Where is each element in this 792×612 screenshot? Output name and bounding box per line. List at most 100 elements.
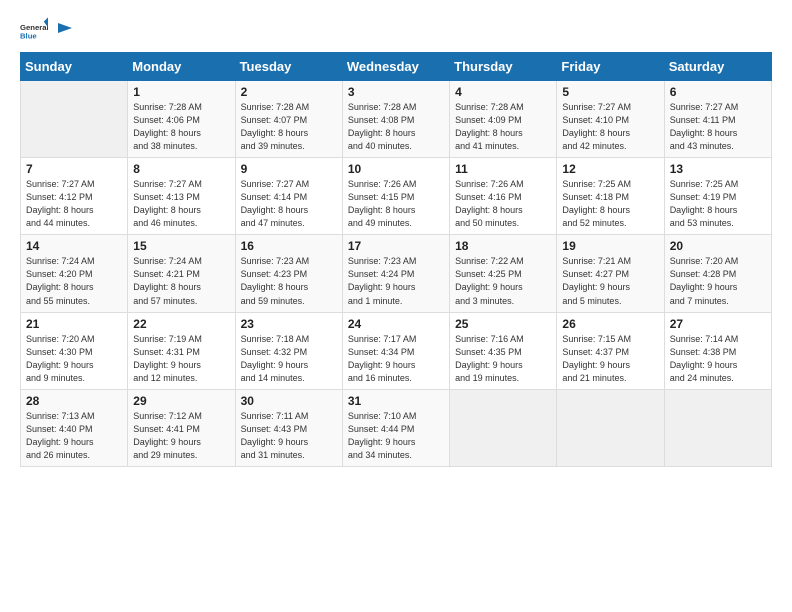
calendar-cell: 12Sunrise: 7:25 AM Sunset: 4:18 PM Dayli… <box>557 158 664 235</box>
day-number: 26 <box>562 317 658 331</box>
calendar-cell <box>557 389 664 466</box>
weekday-friday: Friday <box>557 53 664 81</box>
calendar-week-3: 14Sunrise: 7:24 AM Sunset: 4:20 PM Dayli… <box>21 235 772 312</box>
day-info: Sunrise: 7:23 AM Sunset: 4:24 PM Dayligh… <box>348 255 444 307</box>
day-number: 30 <box>241 394 337 408</box>
calendar-cell: 4Sunrise: 7:28 AM Sunset: 4:09 PM Daylig… <box>450 81 557 158</box>
calendar-cell <box>450 389 557 466</box>
day-info: Sunrise: 7:19 AM Sunset: 4:31 PM Dayligh… <box>133 333 229 385</box>
svg-text:General: General <box>20 23 48 32</box>
calendar-week-5: 28Sunrise: 7:13 AM Sunset: 4:40 PM Dayli… <box>21 389 772 466</box>
weekday-monday: Monday <box>128 53 235 81</box>
day-number: 21 <box>26 317 122 331</box>
day-number: 22 <box>133 317 229 331</box>
day-number: 29 <box>133 394 229 408</box>
day-info: Sunrise: 7:10 AM Sunset: 4:44 PM Dayligh… <box>348 410 444 462</box>
calendar-cell: 22 Sunrise: 7:19 AM Sunset: 4:31 PM Dayli… <box>128 312 235 389</box>
day-info: Sunrise: 7:15 AM Sunset: 4:37 PM Dayligh… <box>562 333 658 385</box>
day-number: 15 <box>133 239 229 253</box>
weekday-sunday: Sunday <box>21 53 128 81</box>
weekday-saturday: Saturday <box>664 53 771 81</box>
calendar-cell: 17 Sunrise: 7:23 AM Sunset: 4:24 PM Dayli… <box>342 235 449 312</box>
day-number: 3 <box>348 85 444 99</box>
day-info: Sunrise: 7:28 AM Sunset: 4:09 PM Dayligh… <box>455 101 551 153</box>
calendar-cell: 13 Sunrise: 7:25 AM Sunset: 4:19 PM Dayli… <box>664 158 771 235</box>
day-number: 20 <box>670 239 766 253</box>
calendar-body: 1 Sunrise: 7:28 AM Sunset: 4:06 PM Daylig… <box>21 81 772 467</box>
weekday-tuesday: Tuesday <box>235 53 342 81</box>
weekday-wednesday: Wednesday <box>342 53 449 81</box>
day-number: 9 <box>241 162 337 176</box>
logo: General Blue <box>20 16 72 44</box>
day-number: 14 <box>26 239 122 253</box>
day-number: 7 <box>26 162 122 176</box>
calendar-cell: 31 Sunrise: 7:10 AM Sunset: 4:44 PM Dayli… <box>342 389 449 466</box>
calendar-cell: 20 Sunrise: 7:20 AM Sunset: 4:28 PM Dayli… <box>664 235 771 312</box>
calendar-cell: 7 Sunrise: 7:27 AM Sunset: 4:12 PM Daylig… <box>21 158 128 235</box>
calendar-cell: 29 Sunrise: 7:12 AM Sunset: 4:41 PM Dayli… <box>128 389 235 466</box>
calendar-week-1: 1 Sunrise: 7:28 AM Sunset: 4:06 PM Daylig… <box>21 81 772 158</box>
day-info: Sunrise: 7:21 AM Sunset: 4:27 PM Dayligh… <box>562 255 658 307</box>
calendar-cell: 24Sunrise: 7:17 AM Sunset: 4:34 PM Dayli… <box>342 312 449 389</box>
day-info: Sunrise: 7:28 AM Sunset: 4:06 PM Dayligh… <box>133 101 229 153</box>
day-info: Sunrise: 7:14 AM Sunset: 4:38 PM Dayligh… <box>670 333 766 385</box>
calendar-cell: 2 Sunrise: 7:28 AM Sunset: 4:07 PM Daylig… <box>235 81 342 158</box>
day-info: Sunrise: 7:28 AM Sunset: 4:07 PM Dayligh… <box>241 101 337 153</box>
calendar-cell: 26 Sunrise: 7:15 AM Sunset: 4:37 PM Dayli… <box>557 312 664 389</box>
day-number: 28 <box>26 394 122 408</box>
calendar-cell: 11 Sunrise: 7:26 AM Sunset: 4:16 PM Dayli… <box>450 158 557 235</box>
day-info: Sunrise: 7:25 AM Sunset: 4:19 PM Dayligh… <box>670 178 766 230</box>
logo-flag-icon <box>54 21 72 39</box>
day-number: 24 <box>348 317 444 331</box>
calendar-cell: 6 Sunrise: 7:27 AM Sunset: 4:11 PM Daylig… <box>664 81 771 158</box>
day-number: 17 <box>348 239 444 253</box>
day-number: 2 <box>241 85 337 99</box>
calendar-cell: 19Sunrise: 7:21 AM Sunset: 4:27 PM Dayli… <box>557 235 664 312</box>
svg-text:Blue: Blue <box>20 31 37 40</box>
day-number: 12 <box>562 162 658 176</box>
day-number: 27 <box>670 317 766 331</box>
day-number: 16 <box>241 239 337 253</box>
day-number: 6 <box>670 85 766 99</box>
day-info: Sunrise: 7:27 AM Sunset: 4:12 PM Dayligh… <box>26 178 122 230</box>
calendar-cell <box>664 389 771 466</box>
day-info: Sunrise: 7:20 AM Sunset: 4:30 PM Dayligh… <box>26 333 122 385</box>
day-info: Sunrise: 7:27 AM Sunset: 4:13 PM Dayligh… <box>133 178 229 230</box>
day-info: Sunrise: 7:23 AM Sunset: 4:23 PM Dayligh… <box>241 255 337 307</box>
day-number: 31 <box>348 394 444 408</box>
day-number: 1 <box>133 85 229 99</box>
logo-icon: General Blue <box>20 16 48 44</box>
day-info: Sunrise: 7:18 AM Sunset: 4:32 PM Dayligh… <box>241 333 337 385</box>
day-info: Sunrise: 7:20 AM Sunset: 4:28 PM Dayligh… <box>670 255 766 307</box>
weekday-header-row: SundayMondayTuesdayWednesdayThursdayFrid… <box>21 53 772 81</box>
calendar-table: SundayMondayTuesdayWednesdayThursdayFrid… <box>20 52 772 467</box>
calendar-cell: 1 Sunrise: 7:28 AM Sunset: 4:06 PM Daylig… <box>128 81 235 158</box>
calendar-week-4: 21 Sunrise: 7:20 AM Sunset: 4:30 PM Dayli… <box>21 312 772 389</box>
calendar-cell: 3 Sunrise: 7:28 AM Sunset: 4:08 PM Daylig… <box>342 81 449 158</box>
day-info: Sunrise: 7:26 AM Sunset: 4:15 PM Dayligh… <box>348 178 444 230</box>
day-number: 23 <box>241 317 337 331</box>
calendar-cell: 28Sunrise: 7:13 AM Sunset: 4:40 PM Dayli… <box>21 389 128 466</box>
day-info: Sunrise: 7:12 AM Sunset: 4:41 PM Dayligh… <box>133 410 229 462</box>
day-info: Sunrise: 7:27 AM Sunset: 4:14 PM Dayligh… <box>241 178 337 230</box>
day-number: 8 <box>133 162 229 176</box>
calendar-cell <box>21 81 128 158</box>
day-info: Sunrise: 7:24 AM Sunset: 4:21 PM Dayligh… <box>133 255 229 307</box>
calendar-cell: 5Sunrise: 7:27 AM Sunset: 4:10 PM Daylig… <box>557 81 664 158</box>
page-header: General Blue <box>20 16 772 44</box>
day-info: Sunrise: 7:26 AM Sunset: 4:16 PM Dayligh… <box>455 178 551 230</box>
day-number: 13 <box>670 162 766 176</box>
day-number: 25 <box>455 317 551 331</box>
day-info: Sunrise: 7:27 AM Sunset: 4:11 PM Dayligh… <box>670 101 766 153</box>
day-info: Sunrise: 7:11 AM Sunset: 4:43 PM Dayligh… <box>241 410 337 462</box>
day-number: 11 <box>455 162 551 176</box>
day-info: Sunrise: 7:16 AM Sunset: 4:35 PM Dayligh… <box>455 333 551 385</box>
day-number: 10 <box>348 162 444 176</box>
day-info: Sunrise: 7:28 AM Sunset: 4:08 PM Dayligh… <box>348 101 444 153</box>
calendar-week-2: 7 Sunrise: 7:27 AM Sunset: 4:12 PM Daylig… <box>21 158 772 235</box>
calendar-cell: 23 Sunrise: 7:18 AM Sunset: 4:32 PM Dayli… <box>235 312 342 389</box>
calendar-cell: 10 Sunrise: 7:26 AM Sunset: 4:15 PM Dayli… <box>342 158 449 235</box>
calendar-cell: 18Sunrise: 7:22 AM Sunset: 4:25 PM Dayli… <box>450 235 557 312</box>
weekday-thursday: Thursday <box>450 53 557 81</box>
day-info: Sunrise: 7:22 AM Sunset: 4:25 PM Dayligh… <box>455 255 551 307</box>
